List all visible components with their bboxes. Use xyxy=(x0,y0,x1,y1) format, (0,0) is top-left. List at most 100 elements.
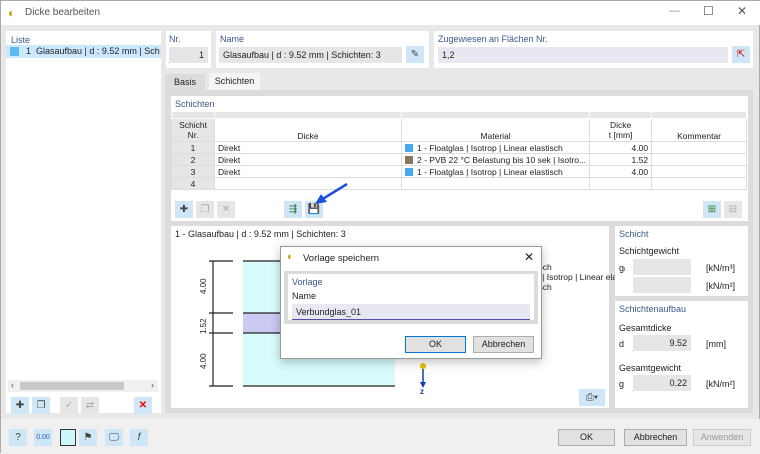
dialog-ok-button[interactable]: OK xyxy=(405,336,466,353)
apply-button[interactable]: Anwenden xyxy=(693,429,751,446)
formula-icon[interactable]: f xyxy=(130,429,148,446)
g-label: g xyxy=(619,379,625,389)
scrollbar-thumb[interactable] xyxy=(20,382,124,390)
list-panel: Liste 1 Glasaufbau | d : 9.52 mm | Schic… xyxy=(6,31,161,414)
title-bar: ◐ Dicke bearbeiten — ☐ ✕ xyxy=(1,1,760,25)
table-row[interactable]: 1 Direkt 1 - Floatglas | Isotrop | Linea… xyxy=(171,141,747,154)
unit-label: [mm] xyxy=(706,339,726,349)
nr-label: Nr. xyxy=(169,34,181,44)
cell-comment[interactable] xyxy=(651,153,747,166)
material-label: 2 - PVB 22 °C Belastung bis 10 sek | Iso… xyxy=(417,154,587,165)
cell-comment[interactable] xyxy=(651,165,747,178)
select-surfaces-icon[interactable]: ⇱ xyxy=(732,46,750,63)
edit-thickness-window: ◐ Dicke bearbeiten — ☐ ✕ Liste 1 Glasauf… xyxy=(0,0,760,454)
g-label: gₗ xyxy=(619,263,626,273)
cell-nr: 3 xyxy=(171,165,215,178)
print-icon[interactable]: ⎙▾ xyxy=(579,389,605,406)
tab-basis[interactable]: Basis xyxy=(165,74,205,90)
material-color-swatch xyxy=(405,143,413,152)
unit-label: [kN/m²] xyxy=(706,379,735,389)
layer-title: Schicht xyxy=(619,229,649,239)
minimize-button[interactable]: — xyxy=(669,5,680,17)
delete-icon[interactable]: ✕ xyxy=(134,397,152,414)
dialog-cancel-button[interactable]: Abbrechen xyxy=(473,336,534,353)
template-name-input[interactable]: Verbundglas_01 xyxy=(292,304,530,320)
nr-field[interactable]: 1 xyxy=(169,47,208,63)
layer-weight-field[interactable] xyxy=(633,259,691,275)
view-icon[interactable]: 🖵 xyxy=(105,429,123,446)
insert-row-button[interactable]: ✚ xyxy=(175,201,193,218)
cell-dicke[interactable]: Direkt xyxy=(214,153,402,166)
build-up-title: Schichtenaufbau xyxy=(619,304,687,314)
cell-material[interactable] xyxy=(400,177,591,190)
name-field[interactable]: Glasaufbau | d : 9.52 mm | Schichten: 3 xyxy=(219,47,402,63)
table-row[interactable]: 2 Direkt 2 - PVB 22 °C Belastung bis 10 … xyxy=(171,153,747,166)
cell-thickness[interactable]: 1.52 xyxy=(589,153,653,166)
unit-label: [kN/m²] xyxy=(706,281,735,291)
column-header: Schicht Nr. xyxy=(171,118,215,142)
cell-material[interactable]: 1 - Floatglas | Isotrop | Linear elastis… xyxy=(400,165,591,178)
cell-material[interactable]: 1 - Floatglas | Isotrop | Linear elastis… xyxy=(400,141,591,154)
copy-row-button[interactable]: ❐ xyxy=(196,201,214,218)
delete-row-icon[interactable]: ✕ xyxy=(217,201,235,218)
app-icon: ◐ xyxy=(8,6,16,20)
assigned-field[interactable]: 1,2 xyxy=(438,47,728,63)
table-row[interactable]: 4 xyxy=(171,177,747,190)
cell-thickness[interactable]: 4.00 xyxy=(589,141,653,154)
cell-nr: 4 xyxy=(171,177,215,190)
cell-nr: 1 xyxy=(171,141,215,154)
cell-thickness[interactable] xyxy=(589,177,653,190)
check-all-button[interactable]: ✓ xyxy=(60,397,78,414)
cell-dicke[interactable] xyxy=(214,177,402,190)
ok-button[interactable]: OK xyxy=(558,429,615,446)
assigned-label: Zugewiesen an Flächen Nr. xyxy=(438,34,548,44)
dim-label: 4.00 xyxy=(199,278,208,294)
dialog-close-icon[interactable]: ✕ xyxy=(524,250,534,264)
name-label: Name xyxy=(292,291,317,301)
footer-bar: ? 0.00 ⚑ 🖵 f OK Abbrechen Anwenden xyxy=(1,419,760,454)
units-icon[interactable]: 0.00 xyxy=(34,429,52,446)
cell-material[interactable]: 2 - PVB 22 °C Belastung bis 10 sek | Iso… xyxy=(400,153,591,166)
tab-schichten[interactable]: Schichten xyxy=(209,73,260,90)
horizontal-scrollbar[interactable]: ‹ › xyxy=(8,380,158,392)
column-header: Dicke xyxy=(214,118,402,142)
cell-thickness[interactable]: 4.00 xyxy=(589,165,653,178)
layers-panel: Schichten Schicht Nr. Dicke Material Dic… xyxy=(171,96,748,221)
cell-dicke[interactable]: Direkt xyxy=(214,141,402,154)
cell-comment[interactable] xyxy=(651,177,747,190)
cell-dicke[interactable]: Direkt xyxy=(214,165,402,178)
total-weight-label: Gesamtgewicht xyxy=(619,363,682,373)
name-label: Name xyxy=(220,34,245,44)
material-label: 1 - Floatglas | Isotrop | Linear elastis… xyxy=(417,166,563,177)
new-item-button[interactable]: ✚ xyxy=(11,397,29,414)
cancel-button[interactable]: Abbrechen xyxy=(624,429,687,446)
maximize-button[interactable]: ☐ xyxy=(703,4,714,18)
cell-nr: 2 xyxy=(171,153,215,166)
total-thickness-label: Gesamtdicke xyxy=(619,323,672,333)
export-button[interactable]: ⊟ xyxy=(724,201,742,218)
close-button[interactable]: ✕ xyxy=(737,4,747,18)
display-settings-icon[interactable]: ⚑ xyxy=(79,429,97,446)
edit-name-button[interactable]: ✎ xyxy=(406,46,424,63)
unit-label: [kN/m³] xyxy=(706,263,735,273)
dialog-content: Vorlage Name Verbundglas_01 xyxy=(284,271,538,324)
name-panel: Name Glasaufbau | d : 9.52 mm | Schichte… xyxy=(216,31,429,68)
import-button[interactable]: ⊞ xyxy=(703,201,721,218)
uncheck-button[interactable]: ⇄ xyxy=(81,397,99,414)
column-header: Dicke t [mm] xyxy=(589,118,653,142)
app-icon: ◐ xyxy=(287,251,294,263)
material-color-swatch xyxy=(405,167,413,176)
build-up-panel: Schichtenaufbau Gesamtdicke d 9.52 [mm] … xyxy=(615,301,748,408)
layers-table: Schicht Nr. Dicke Material Dicke t [mm] … xyxy=(171,111,747,190)
table-row[interactable]: 3 Direkt 1 - Floatglas | Isotrop | Linea… xyxy=(171,165,747,178)
z-axis-label: z xyxy=(420,387,424,396)
cell-comment[interactable] xyxy=(651,141,747,154)
color-swatch xyxy=(10,47,19,56)
list-item[interactable]: 1 Glasaufbau | d : 9.52 mm | Schichten: … xyxy=(6,45,161,58)
color-icon[interactable] xyxy=(60,429,76,446)
help-icon[interactable]: ? xyxy=(9,429,27,446)
layer-weight-area-field[interactable] xyxy=(633,277,691,293)
copy-item-button[interactable]: ❐ xyxy=(32,397,50,414)
load-template-button[interactable]: ⇶ xyxy=(284,201,302,218)
list-header: Liste xyxy=(11,35,31,45)
